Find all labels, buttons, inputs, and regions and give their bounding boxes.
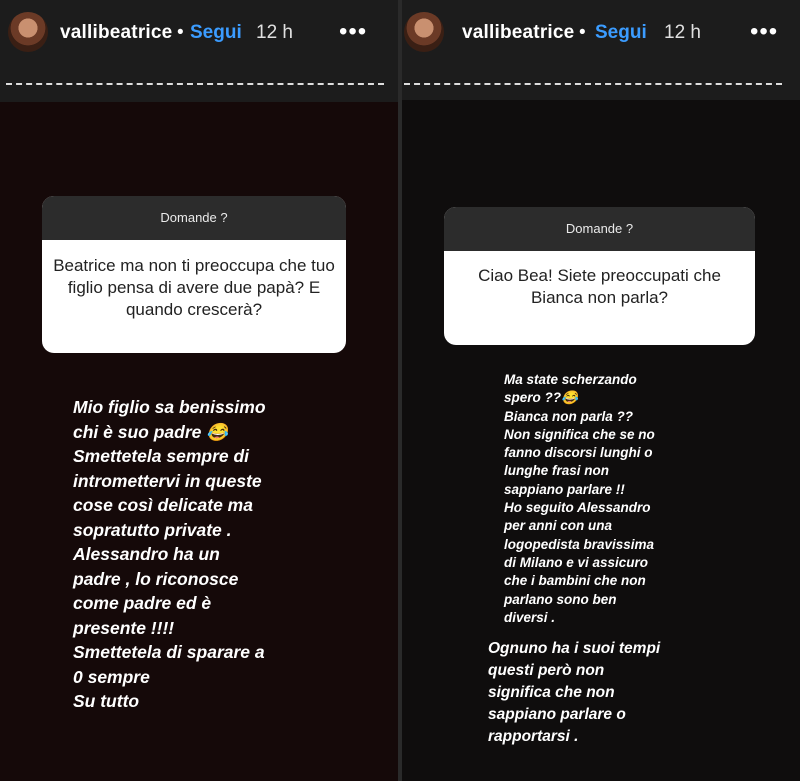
more-options-icon[interactable]: ••• bbox=[339, 18, 367, 46]
avatar[interactable] bbox=[8, 12, 48, 52]
question-header: Domande ? bbox=[444, 207, 755, 251]
story-progress-bar bbox=[6, 83, 384, 85]
story-header: vallibeatrice • Segui 12 h ••• bbox=[0, 0, 398, 72]
story-progress-bar bbox=[404, 83, 782, 85]
story-content[interactable]: Domande ? Beatrice ma non ti preoccupa c… bbox=[0, 102, 398, 781]
username[interactable]: vallibeatrice bbox=[60, 22, 172, 44]
question-text: Beatrice ma non ti preoccupa che tuo fig… bbox=[53, 256, 335, 319]
story-header: vallibeatrice • Segui 12 h ••• bbox=[402, 0, 800, 72]
separator-dot: • bbox=[177, 22, 184, 43]
story-panel-right: vallibeatrice • Segui 12 h ••• Domande ?… bbox=[402, 0, 800, 781]
question-text: Ciao Bea! Siete preoccupati che Bianca n… bbox=[478, 266, 721, 307]
answer-text: Mio figlio sa benissimo chi è suo padre … bbox=[73, 397, 266, 711]
answer-text: Ma state scherzando spero ??😂 Bianca non… bbox=[504, 372, 655, 625]
separator-dot: • bbox=[579, 22, 586, 43]
question-sticker: Domande ? Ciao Bea! Siete preoccupati ch… bbox=[444, 207, 755, 345]
follow-button[interactable]: Segui bbox=[190, 22, 242, 44]
answer-text-2: Ognuno ha i suoi tempi questi però non s… bbox=[488, 640, 661, 745]
more-options-icon[interactable]: ••• bbox=[750, 18, 778, 46]
avatar[interactable] bbox=[404, 12, 444, 52]
question-sticker: Domande ? Beatrice ma non ti preoccupa c… bbox=[42, 196, 346, 353]
timestamp: 12 h bbox=[664, 22, 701, 43]
timestamp: 12 h bbox=[256, 22, 293, 43]
follow-button[interactable]: Segui bbox=[595, 22, 647, 44]
story-content[interactable]: Domande ? Ciao Bea! Siete preoccupati ch… bbox=[402, 100, 800, 781]
username[interactable]: vallibeatrice bbox=[462, 22, 574, 44]
story-panel-left: vallibeatrice • Segui 12 h ••• Domande ?… bbox=[0, 0, 398, 781]
question-header: Domande ? bbox=[42, 196, 346, 240]
